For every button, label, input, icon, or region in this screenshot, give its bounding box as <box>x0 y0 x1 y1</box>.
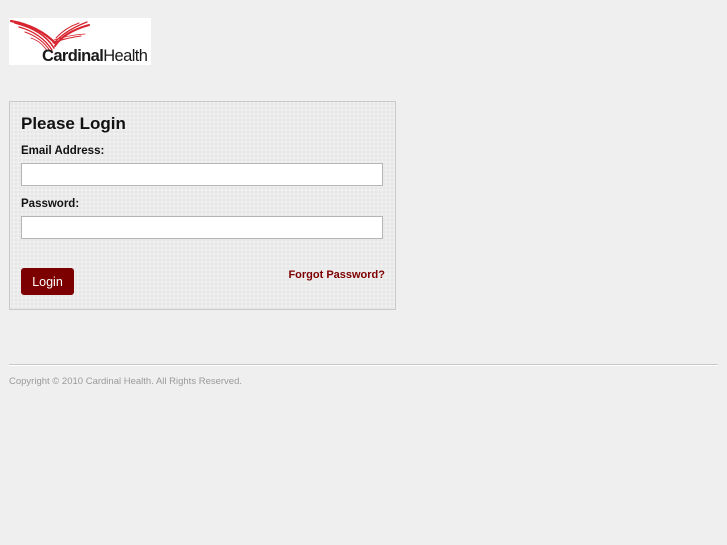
password-field[interactable] <box>21 216 383 239</box>
email-label: Email Address: <box>21 145 105 157</box>
logo-wordmark: CardinalHealth <box>42 47 148 65</box>
forgot-password-link[interactable]: Forgot Password? <box>288 269 385 281</box>
logo-text-cardinal: Cardinal <box>42 47 104 65</box>
login-title: Please Login <box>21 114 126 133</box>
copyright-text: Copyright © 2010 Cardinal Health. All Ri… <box>9 376 243 387</box>
footer-divider <box>9 364 718 366</box>
login-panel: Please Login Email Address: Password: Lo… <box>9 101 396 310</box>
login-button[interactable]: Login <box>21 268 74 295</box>
email-field[interactable] <box>21 163 383 186</box>
cardinal-health-logo: CardinalHealth <box>9 18 151 65</box>
logo-text-health: Health <box>103 47 148 65</box>
password-label: Password: <box>21 198 80 210</box>
